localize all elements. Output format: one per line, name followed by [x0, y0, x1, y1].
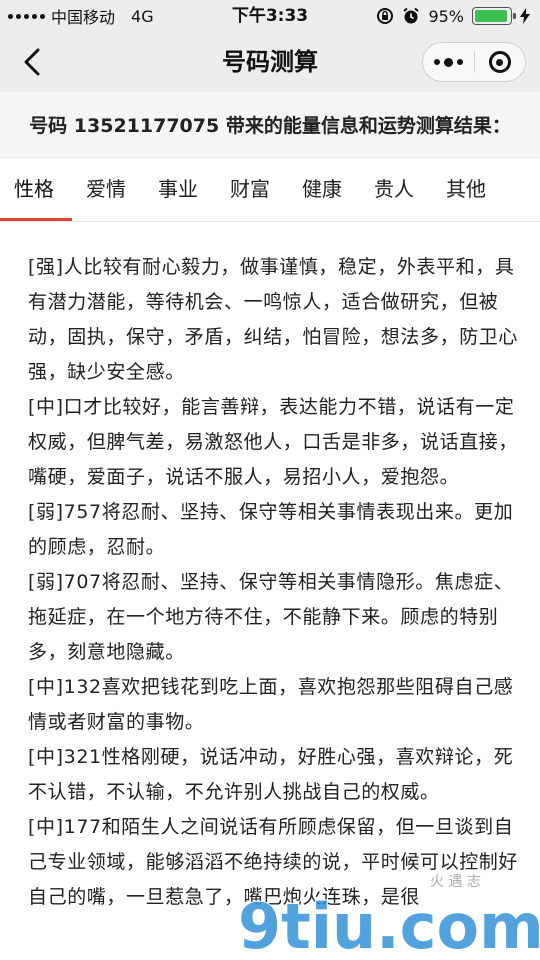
result-paragraph: [中]177和陌生人之间说话有所顾虑保留，但一旦谈到自己专业领域，能够滔滔不绝持…	[28, 816, 519, 908]
tab-bar: 性格 爱情 事业 财富 健康 贵人 其他	[0, 158, 540, 222]
more-button[interactable]	[423, 43, 474, 81]
exit-target-icon	[488, 51, 511, 73]
result-header: 号码 13521177075 带来的能量信息和运势测算结果：	[0, 92, 540, 158]
close-mini-program-button[interactable]	[475, 43, 526, 81]
result-paragraph: [中]321性格刚硬，说话冲动，好胜心强，喜欢辩论，死不认错，不认输，不允许别人…	[28, 746, 514, 803]
battery-icon	[472, 7, 516, 25]
rotation-lock-icon	[377, 8, 394, 24]
tab-other[interactable]: 其他	[446, 158, 486, 220]
result-content: [强]人比较有耐心毅力，做事谨慎，稳定，外表平和，具有潜力潜能，等待机会、一鸣惊…	[28, 250, 518, 915]
tab-career[interactable]: 事业	[158, 158, 198, 220]
status-right: 95%	[376, 0, 530, 32]
tab-personality[interactable]: 性格	[14, 158, 54, 220]
active-tab-indicator	[0, 218, 72, 221]
tab-benefactor[interactable]: 贵人	[374, 158, 414, 220]
result-paragraph: [弱]707将忍耐、坚持、保守等相关事情隐形。焦虑症、拖延症，在一个地方待不住，…	[28, 571, 514, 663]
tab-health[interactable]: 健康	[302, 158, 342, 220]
more-dots-icon	[433, 57, 463, 67]
tab-wealth[interactable]: 财富	[230, 158, 270, 220]
tab-love[interactable]: 爱情	[86, 158, 126, 220]
result-paragraph: [中]132喜欢把钱花到吃上面，喜欢抱怨那些阻碍自己感情或者财富的事物。	[28, 676, 514, 733]
mini-program-capsule	[422, 42, 526, 82]
status-bar: 中国移动 4G 下午3:33 95%	[0, 0, 540, 32]
battery-percent: 95%	[428, 6, 464, 26]
result-paragraph: [弱]757将忍耐、坚持、保守等相关事情表现出来。更加的顾虑，忍耐。	[28, 501, 514, 558]
alarm-icon	[403, 7, 420, 24]
charging-icon	[520, 8, 530, 24]
result-paragraph: [强]人比较有耐心毅力，做事谨慎，稳定，外表平和，具有潜力潜能，等待机会、一鸣惊…	[28, 256, 519, 383]
nav-bar: 号码测算	[0, 32, 540, 92]
result-paragraph: [中]口才比较好，能言善辩，表达能力不错，说话有一定权威，但脾气差，易激怒他人，…	[28, 396, 519, 488]
